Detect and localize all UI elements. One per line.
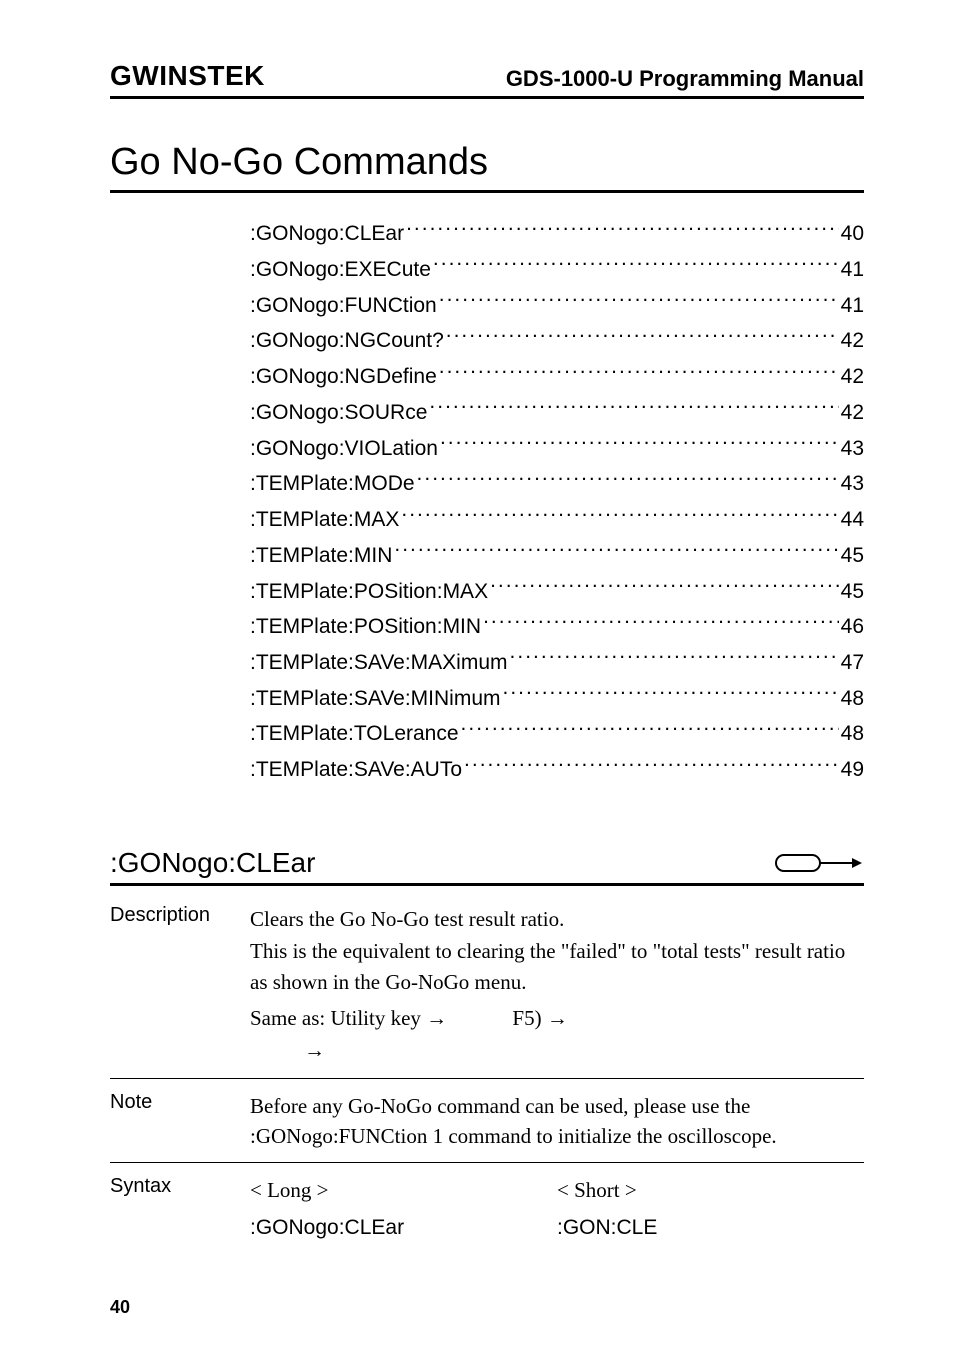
- toc-label: :GONogo:SOURce: [250, 397, 427, 430]
- same-as-prefix: Same as: Utility key →: [250, 1006, 447, 1030]
- toc-page: 40: [841, 218, 864, 251]
- section-title-rule: [110, 190, 864, 193]
- description-line-1: Clears the Go No-Go test result ratio.: [250, 904, 864, 934]
- toc-row: :TEMPlate:MODe 43: [250, 465, 864, 501]
- toc-row: :GONogo:VIOLation 43: [250, 429, 864, 465]
- toc-label: :GONogo:EXECute: [250, 254, 431, 287]
- note-body: Before any Go-NoGo command can be used, …: [250, 1091, 864, 1152]
- toc-page: 46: [841, 611, 864, 644]
- syntax-short-head: < Short >: [557, 1175, 864, 1205]
- page-header: GWINSTEK GDS-1000-U Programming Manual: [110, 60, 864, 99]
- command-heading-row: :GONogo:CLEar: [110, 847, 864, 879]
- toc-row: :TEMPlate:MAX 44: [250, 501, 864, 537]
- description-label: Description: [110, 904, 250, 1068]
- toc-page: 44: [841, 504, 864, 537]
- toc-label: :TEMPlate:MIN: [250, 540, 392, 573]
- toc-leader: [483, 608, 839, 633]
- toc-label: :TEMPlate:POSition:MIN: [250, 611, 481, 644]
- toc-label: :GONogo:CLEar: [250, 218, 404, 251]
- description-line-2: This is the equivalent to clearing the "…: [250, 936, 864, 997]
- toc-leader: [464, 751, 839, 776]
- toc-leader: [394, 537, 838, 562]
- toc-leader: [503, 680, 839, 705]
- toc-leader: [440, 429, 839, 454]
- toc-row: :TEMPlate:TOLerance 48: [250, 715, 864, 751]
- toc-label: :TEMPlate:SAVe:MAXimum: [250, 647, 508, 680]
- note-block: Note Before any Go-NoGo command can be u…: [110, 1091, 864, 1152]
- logo-text: GWINSTEK: [110, 60, 265, 91]
- syntax-long-col: < Long > :GONogo:CLEar: [250, 1175, 557, 1252]
- toc-label: :TEMPlate:SAVe:MINimum: [250, 683, 501, 716]
- syntax-body: < Long > :GONogo:CLEar < Short > :GON:CL…: [250, 1175, 864, 1252]
- command-heading-rule: [110, 883, 864, 886]
- section-title: Go No-Go Commands: [110, 141, 864, 184]
- toc-leader: [417, 465, 839, 490]
- toc-row: :TEMPlate:POSition:MAX 45: [250, 572, 864, 608]
- toc-page: 48: [841, 718, 864, 751]
- toc-row: :TEMPlate:MIN 45: [250, 537, 864, 573]
- toc-row: :TEMPlate:SAVe:MINimum 48: [250, 680, 864, 716]
- toc-row: :TEMPlate:SAVe:AUTo 49: [250, 751, 864, 787]
- syntax-short-val: :GON:CLE: [557, 1213, 864, 1243]
- command-heading: :GONogo:CLEar: [110, 847, 315, 879]
- toc-row: :GONogo:EXECute 41: [250, 251, 864, 287]
- separator-1: [110, 1078, 864, 1079]
- same-as-f5: F5) →: [512, 1006, 567, 1030]
- toc-page: 42: [841, 325, 864, 358]
- syntax-label: Syntax: [110, 1175, 250, 1252]
- toc-label: :GONogo:NGDefine: [250, 361, 437, 394]
- toc-label: :TEMPlate:TOLerance: [250, 718, 459, 751]
- description-block: Description Clears the Go No-Go test res…: [110, 904, 864, 1068]
- toc-row: :TEMPlate:SAVe:MAXimum 47: [250, 644, 864, 680]
- syntax-block: Syntax < Long > :GONogo:CLEar < Short > …: [110, 1175, 864, 1252]
- toc-leader: [446, 322, 839, 347]
- description-body: Clears the Go No-Go test result ratio. T…: [250, 904, 864, 1068]
- toc-label: :TEMPlate:MAX: [250, 504, 399, 537]
- page-number: 40: [110, 1297, 130, 1318]
- toc-leader: [439, 286, 839, 311]
- syntax-short-col: < Short > :GON:CLE: [557, 1175, 864, 1252]
- toc-leader: [406, 215, 839, 240]
- document-title: GDS-1000-U Programming Manual: [506, 66, 864, 92]
- toc-label: :TEMPlate:SAVe:AUTo: [250, 754, 462, 787]
- same-as-line: Same as: Utility key → F5) →: [250, 1003, 864, 1033]
- toc-page: 41: [841, 254, 864, 287]
- toc-page: 42: [841, 361, 864, 394]
- toc-page: 49: [841, 754, 864, 787]
- table-of-contents: :GONogo:CLEar40:GONogo:EXECute41:GONogo:…: [250, 215, 864, 787]
- toc-row: :GONogo:CLEar 40: [250, 215, 864, 251]
- toc-leader: [439, 358, 839, 383]
- toc-page: 41: [841, 290, 864, 323]
- note-label: Note: [110, 1091, 250, 1152]
- toc-leader: [433, 251, 839, 276]
- toc-page: 42: [841, 397, 864, 430]
- toc-label: :GONogo:NGCount?: [250, 325, 444, 358]
- toc-label: :TEMPlate:MODe: [250, 468, 415, 501]
- toc-leader: [429, 394, 838, 419]
- toc-page: 48: [841, 683, 864, 716]
- toc-label: :TEMPlate:POSition:MAX: [250, 576, 488, 609]
- toc-page: 47: [841, 647, 864, 680]
- toc-row: :GONogo:NGCount? 42: [250, 322, 864, 358]
- toc-row: :GONogo:FUNCtion 41: [250, 286, 864, 322]
- toc-row: :GONogo:SOURce 42: [250, 394, 864, 430]
- toc-leader: [461, 715, 839, 740]
- set-command-icon: [774, 849, 864, 877]
- toc-row: :GONogo:NGDefine 42: [250, 358, 864, 394]
- toc-leader: [401, 501, 838, 526]
- toc-page: 43: [841, 468, 864, 501]
- toc-row: :TEMPlate:POSition:MIN 46: [250, 608, 864, 644]
- syntax-long-val: :GONogo:CLEar: [250, 1213, 557, 1243]
- separator-2: [110, 1162, 864, 1163]
- toc-leader: [490, 572, 839, 597]
- toc-label: :GONogo:FUNCtion: [250, 290, 437, 323]
- toc-page: 45: [841, 540, 864, 573]
- same-as-arrow-cont: →: [304, 1036, 864, 1066]
- toc-page: 43: [841, 433, 864, 466]
- brand-logo: GWINSTEK: [110, 60, 265, 92]
- syntax-long-head: < Long >: [250, 1175, 557, 1205]
- toc-label: :GONogo:VIOLation: [250, 433, 438, 466]
- toc-page: 45: [841, 576, 864, 609]
- toc-leader: [510, 644, 839, 669]
